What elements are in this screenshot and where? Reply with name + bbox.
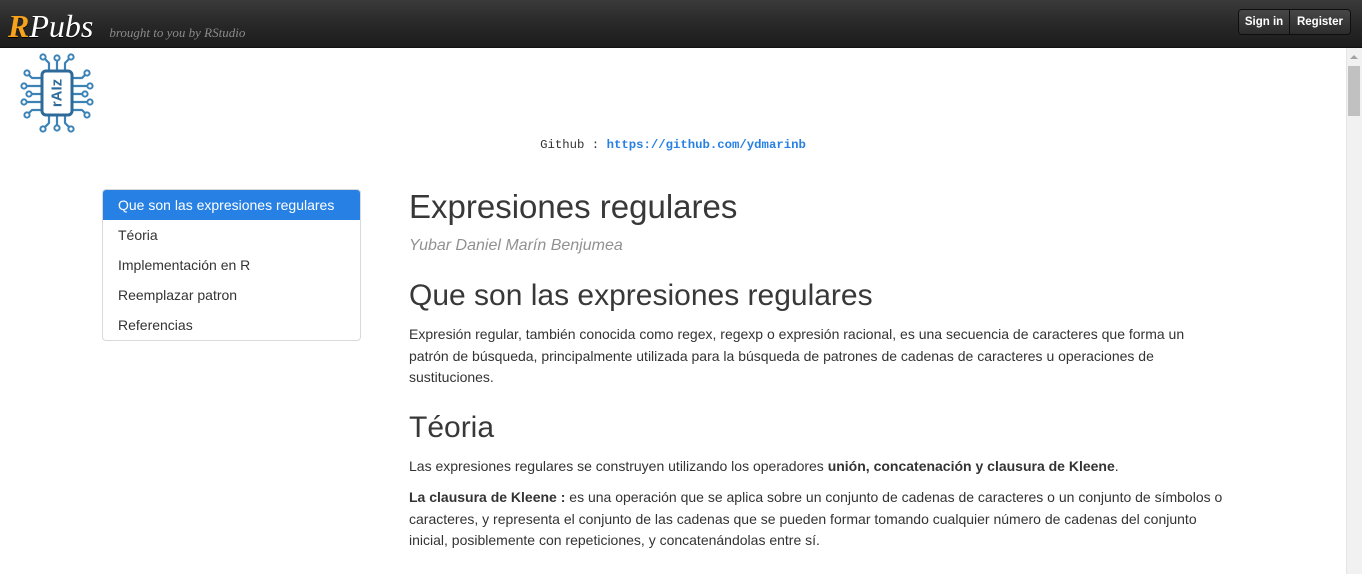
github-label: Github : [540, 138, 600, 152]
toc-item-referencias[interactable]: Referencias [103, 310, 360, 340]
brand-pubs: Pubs [29, 8, 94, 44]
toc-item-implementacion[interactable]: Implementación en R [103, 250, 360, 280]
scroll-up-icon[interactable] [1350, 55, 1358, 59]
logo-text: rAIz [49, 79, 66, 107]
scrollbar-thumb[interactable] [1348, 66, 1360, 116]
paragraph: Expresión regular, también conocida como… [409, 324, 1227, 389]
table-of-contents: Que son las expresiones regulares Téoria… [102, 189, 361, 341]
toc-item-reemplazar[interactable]: Reemplazar patron [103, 280, 360, 310]
paragraph-text: . [1114, 457, 1119, 474]
rstudio-tagline: brought to you by RStudio [109, 25, 246, 40]
paragraph-text: Expresión regular, también conocida como… [409, 326, 1185, 385]
paragraph: Las expresiones regulares se construyen … [409, 456, 1227, 478]
toc-item-que-son[interactable]: Que son las expresiones regulares [103, 190, 360, 220]
bold-text: La clausura de Kleene : [409, 489, 566, 505]
brand-r: R [8, 8, 30, 44]
paragraph: La clausura de Kleene : es una operación… [409, 487, 1227, 552]
paragraph-text: Las expresiones regulares se construyen … [409, 457, 828, 474]
register-button[interactable]: Register [1290, 10, 1350, 34]
section-heading: Que son las expresiones regulares [409, 279, 873, 312]
vertical-scrollbar[interactable] [1346, 48, 1362, 574]
document-title: Expresiones regulares [409, 188, 738, 225]
document-author: Yubar Daniel Marín Benjumea [409, 237, 623, 254]
document-body: Expresiones regulares Yubar Daniel Marín… [409, 187, 1227, 552]
rpubs-home-link[interactable]: RPubs [8, 8, 93, 44]
section-que-son: Que son las expresiones regulares Expres… [409, 278, 1227, 389]
github-line: Github : https://github.com/ydmarinb [0, 137, 1346, 153]
bold-text: unión, concatenación y clausura de Kleen… [827, 457, 1115, 474]
auth-button-group: Sign in Register [1238, 9, 1351, 35]
github-link[interactable]: https://github.com/ydmarinb [607, 138, 806, 152]
section-teoria: Téoria Las expresiones regulares se cons… [409, 410, 1227, 552]
toc-item-teoria[interactable]: Téoria [103, 220, 360, 250]
circuit-chip-icon: rAIz [20, 53, 94, 133]
brand-area: RPubs brought to you by RStudio [8, 2, 245, 50]
section-heading: Téoria [409, 410, 495, 444]
sign-in-button[interactable]: Sign in [1239, 10, 1290, 34]
top-navbar: RPubs brought to you by RStudio Sign in R… [0, 0, 1362, 48]
